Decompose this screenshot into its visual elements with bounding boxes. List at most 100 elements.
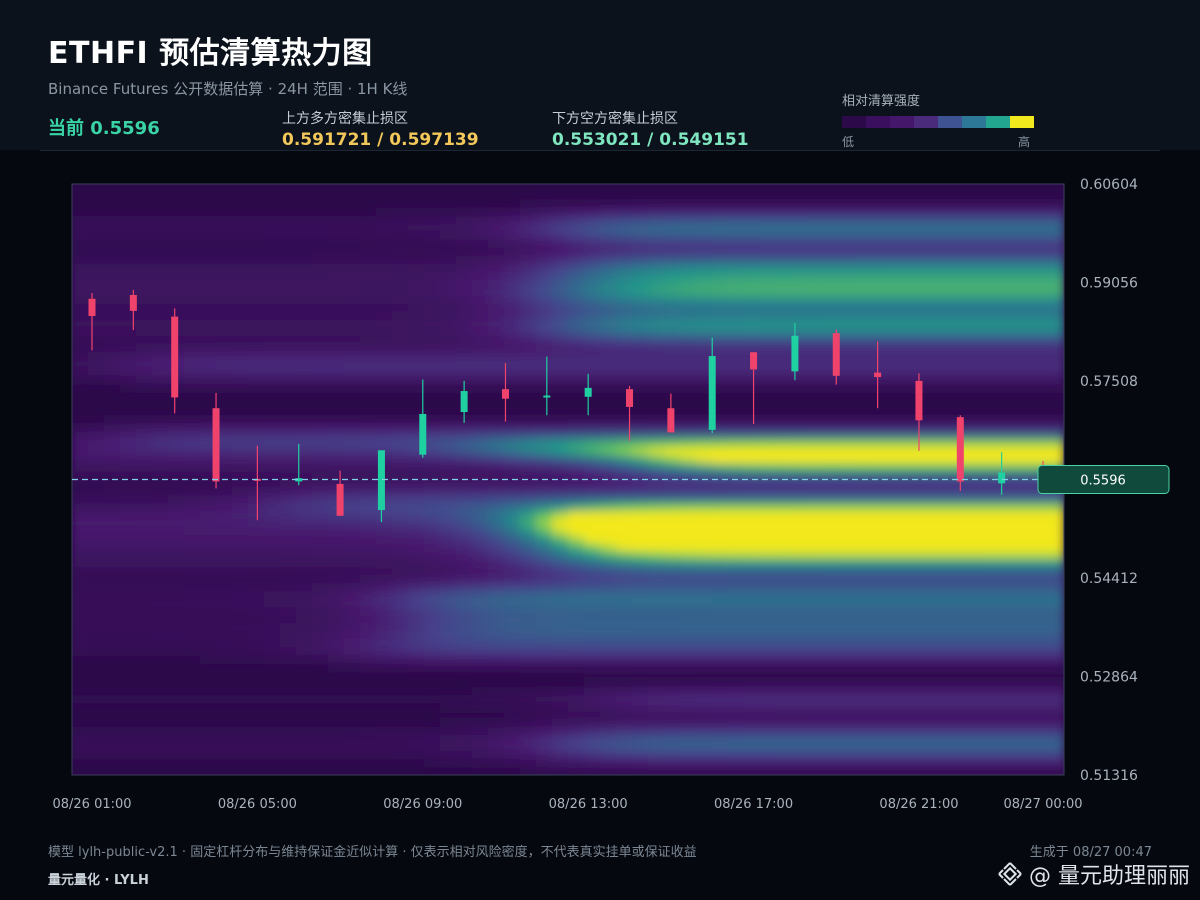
heatmap-cell xyxy=(696,343,713,353)
heatmap-cell xyxy=(744,527,761,536)
heatmap-cell xyxy=(344,263,361,273)
heatmap-cell xyxy=(744,503,761,513)
heatmap-cell xyxy=(536,471,553,481)
heatmap-cell xyxy=(744,743,761,752)
heatmap-cell xyxy=(568,583,585,592)
heatmap-cell xyxy=(680,687,697,696)
heatmap-cell xyxy=(872,415,889,425)
heatmap-cell xyxy=(984,327,1001,337)
heatmap-cell xyxy=(856,647,873,656)
heatmap-cell xyxy=(696,599,713,608)
heatmap-cell xyxy=(728,423,745,433)
heatmap-cell xyxy=(792,479,809,489)
heatmap-cell xyxy=(936,208,953,217)
heatmap-cell xyxy=(504,255,521,265)
heatmap-cell xyxy=(1000,271,1017,281)
heatmap-cell xyxy=(168,735,185,744)
heatmap-cell xyxy=(312,439,329,449)
heatmap-cell xyxy=(472,431,489,441)
heatmap-cell xyxy=(440,319,457,329)
heatmap-cell xyxy=(1016,535,1033,544)
heatmap-cell xyxy=(472,615,489,624)
heatmap-cell xyxy=(792,487,809,497)
heatmap-cell xyxy=(360,639,377,648)
heatmap-cell xyxy=(440,423,457,433)
candle-body xyxy=(791,335,799,372)
heatmap-cell xyxy=(856,495,873,505)
heatmap-cell xyxy=(568,743,585,752)
heatmap-cell xyxy=(984,343,1001,353)
heatmap-cell xyxy=(120,695,137,704)
heatmap-cell xyxy=(552,359,569,369)
heatmap-cell xyxy=(936,527,953,536)
heatmap-cell xyxy=(856,591,873,600)
heatmap-cell xyxy=(376,583,393,592)
heatmap-cell xyxy=(632,575,649,584)
heatmap-cell xyxy=(664,239,681,249)
heatmap-cell xyxy=(72,615,89,624)
heatmap-cell xyxy=(408,383,425,393)
heatmap-cell xyxy=(952,503,969,513)
heatmap-cell xyxy=(584,263,601,273)
heatmap-cell xyxy=(936,727,953,736)
heatmap-cell xyxy=(264,439,281,449)
heatmap-cell xyxy=(824,751,841,760)
heatmap-cell xyxy=(936,335,953,345)
heatmap-cell xyxy=(872,535,889,544)
heatmap-cell xyxy=(344,623,361,632)
heatmap-cell xyxy=(488,575,505,584)
heatmap-cell xyxy=(424,287,441,297)
heatmap-cell xyxy=(104,447,121,457)
heatmap-cell xyxy=(840,567,857,576)
heatmap-cell xyxy=(664,327,681,337)
heatmap-cell xyxy=(1048,287,1064,297)
heatmap-cell xyxy=(728,463,745,473)
heatmap-cell xyxy=(568,279,585,289)
heatmap-cell xyxy=(424,591,441,600)
heatmap-cell xyxy=(392,567,409,576)
heatmap-cell xyxy=(200,303,217,313)
heatmap-cell xyxy=(600,247,617,257)
heatmap-cell xyxy=(712,543,729,552)
heatmap-cell xyxy=(552,463,569,473)
heatmap-cell xyxy=(568,599,585,608)
heatmap-cell xyxy=(440,311,457,321)
heatmap-cell xyxy=(376,543,393,552)
heatmap-cell xyxy=(680,543,697,552)
heatmap-cell xyxy=(728,767,745,775)
heatmap-cell xyxy=(504,287,521,297)
heatmap-cell xyxy=(824,575,841,584)
heatmap-cell xyxy=(840,455,857,465)
heatmap-cell xyxy=(248,335,265,345)
heatmap-cell xyxy=(1032,583,1049,592)
heatmap-cell xyxy=(840,215,857,225)
heatmap-cell xyxy=(344,271,361,281)
heatmap-cell xyxy=(104,495,121,505)
heatmap-cell xyxy=(808,463,825,473)
heatmap-cell xyxy=(1000,319,1017,329)
heatmap-cell xyxy=(456,511,473,520)
heatmap-cell xyxy=(968,255,985,265)
heatmap-cell xyxy=(184,503,201,513)
heatmap-cell xyxy=(504,455,521,465)
heatmap-cell xyxy=(744,567,761,576)
heatmap-cell xyxy=(504,599,521,608)
heatmap-cell xyxy=(376,591,393,600)
heatmap-cell xyxy=(552,663,569,672)
heatmap-cell xyxy=(264,743,281,752)
heatmap-cell xyxy=(632,343,649,353)
heatmap-cell xyxy=(536,719,553,728)
heatmap-cell xyxy=(472,271,489,281)
heatmap-cell xyxy=(1000,295,1017,305)
heatmap-cell xyxy=(1016,695,1033,704)
heatmap-cell xyxy=(936,719,953,728)
heatmap-cell xyxy=(600,455,617,465)
heatmap-cell xyxy=(312,383,329,393)
heatmap-cell xyxy=(968,343,985,353)
heatmap-cell xyxy=(1032,743,1049,752)
heatmap-cell xyxy=(136,335,153,345)
heatmap-cell xyxy=(760,487,777,497)
heatmap-cell xyxy=(264,727,281,736)
heatmap-cell xyxy=(296,295,313,305)
heatmap-cell xyxy=(984,319,1001,329)
